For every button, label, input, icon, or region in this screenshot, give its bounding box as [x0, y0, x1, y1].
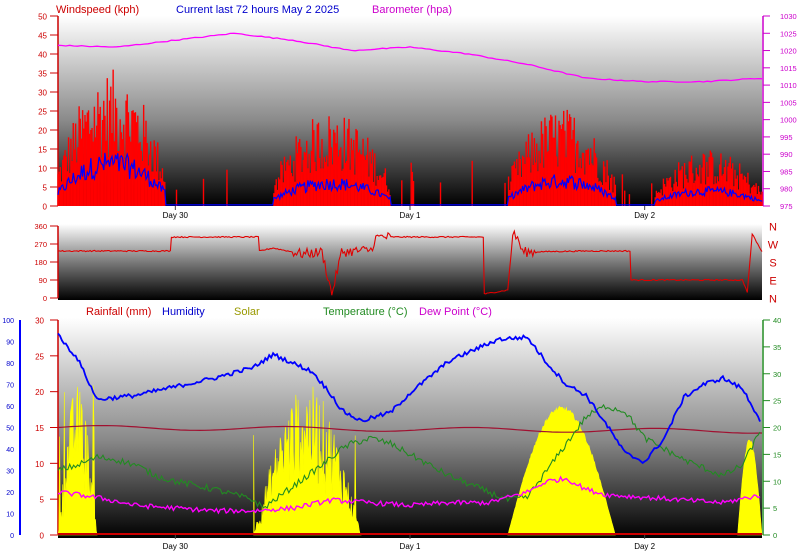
rainfall-tick-label: 0	[40, 532, 45, 541]
humidity-tick-label: 50	[6, 426, 14, 433]
barometer-tick-label: 990	[780, 150, 793, 159]
day-label: Day 1	[400, 211, 421, 220]
direction-tick-label: 270	[34, 240, 47, 249]
barometer-tick-label: 1010	[780, 81, 797, 90]
day-label: Day 30	[163, 211, 189, 220]
rainfall-tick-label: 5	[40, 496, 45, 505]
wind-tick-label: 15	[38, 146, 47, 155]
compass-label: N	[769, 294, 777, 306]
day-label: Day 30	[163, 542, 189, 551]
direction-tick-label: 90	[39, 276, 47, 285]
temperature-tick-label: 0	[773, 531, 777, 540]
barometer-tick-label: 975	[780, 202, 793, 211]
direction-tick-label: 0	[43, 294, 47, 303]
barometer-tick-label: 980	[780, 185, 793, 194]
humidity-tick-label: 40	[6, 447, 14, 454]
barometer-tick-label: 985	[780, 167, 793, 176]
temperature-tick-label: 35	[773, 343, 781, 352]
humidity-tick-label: 0	[10, 533, 14, 540]
temperature-tick-label: 20	[773, 424, 781, 433]
compass-label: S	[769, 258, 776, 270]
rainfall-label: Rainfall (mm)	[86, 306, 151, 318]
temperature-tick-label: 5	[773, 504, 777, 513]
humidity-tick-label: 30	[6, 469, 14, 476]
humidity-tick-label: 60	[6, 404, 14, 411]
weather-charts: 0510152025303540455097598098599099510001…	[0, 0, 809, 555]
barometer-tick-label: 1020	[780, 47, 797, 56]
humidity-tick-label: 70	[6, 383, 14, 390]
wind-tick-label: 50	[38, 13, 47, 22]
wind-tick-label: 25	[38, 108, 47, 117]
rainfall-tick-label: 15	[35, 424, 44, 433]
humidity-tick-label: 20	[6, 490, 14, 497]
compass-label: W	[768, 240, 779, 252]
humidity-tick-label: 90	[6, 340, 14, 347]
temperature-label: Temperature (°C)	[323, 306, 407, 318]
rainfall-tick-label: 10	[35, 460, 44, 469]
windspeed-axis-label: Windspeed (kph)	[56, 4, 139, 16]
barometer-tick-label: 1005	[780, 98, 797, 107]
solar-label: Solar	[234, 306, 260, 318]
wind-tick-label: 40	[38, 51, 47, 60]
wind-tick-label: 35	[38, 70, 47, 79]
panel-wind-plot-area	[58, 16, 762, 206]
panel-direction-plot-area	[58, 224, 762, 300]
dewpoint-label: Dew Point (°C)	[419, 306, 492, 318]
humidity-tick-label: 10	[6, 512, 14, 519]
temperature-tick-label: 15	[773, 450, 781, 459]
humidity-tick-label: 100	[2, 318, 14, 325]
weather-dashboard: 0 5 10 15 20 25 30 35 40 45 50 975 980 985 990 995 1000 1…	[0, 0, 809, 555]
barometer-tick-label: 1025	[780, 29, 797, 38]
temperature-tick-label: 40	[773, 316, 781, 325]
compass-label: N	[769, 222, 777, 234]
direction-tick-label: 360	[34, 222, 47, 231]
rainfall-tick-label: 30	[35, 317, 44, 326]
rainfall-tick-label: 25	[35, 352, 44, 361]
humidity-tick-label: 80	[6, 361, 14, 368]
day-label: Day 2	[634, 211, 655, 220]
wind-tick-label: 45	[38, 32, 47, 41]
temperature-tick-label: 30	[773, 370, 781, 379]
day-label: Day 1	[400, 542, 421, 551]
chart-title: Current last 72 hours May 2 2025	[176, 4, 339, 16]
barometer-tick-label: 995	[780, 133, 793, 142]
wind-tick-label: 0	[43, 203, 48, 212]
day-label: Day 2	[634, 542, 655, 551]
barometer-axis-label: Barometer (hpa)	[372, 4, 452, 16]
barometer-tick-label: 1000	[780, 116, 797, 125]
wind-tick-label: 10	[38, 165, 47, 174]
humidity-label: Humidity	[162, 306, 205, 318]
wind-tick-label: 5	[43, 184, 48, 193]
temperature-tick-label: 10	[773, 477, 781, 486]
rainfall-tick-label: 20	[35, 388, 44, 397]
wind-tick-label: 20	[38, 127, 47, 136]
wind-tick-label: 30	[38, 89, 47, 98]
compass-label: E	[769, 276, 776, 288]
barometer-tick-label: 1030	[780, 12, 797, 21]
temperature-tick-label: 25	[773, 397, 781, 406]
barometer-tick-label: 1015	[780, 64, 797, 73]
direction-tick-label: 180	[34, 258, 47, 267]
